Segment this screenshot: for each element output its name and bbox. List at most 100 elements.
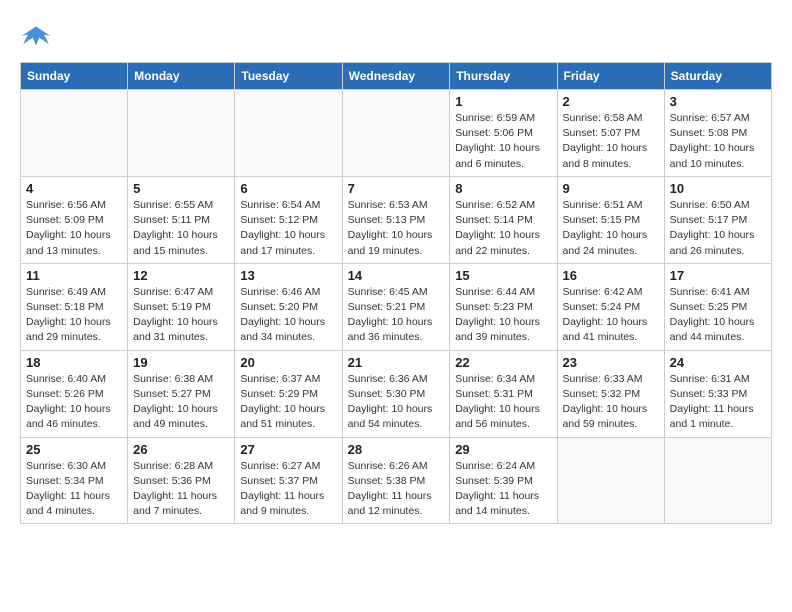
calendar-cell: 27 Sunrise: 6:27 AMSunset: 5:37 PMDayligh… [235, 437, 342, 524]
day-number: 4 [26, 181, 122, 196]
day-info: Sunrise: 6:54 AMSunset: 5:12 PMDaylight:… [240, 198, 336, 259]
logo-icon [20, 20, 52, 52]
calendar-cell: 10 Sunrise: 6:50 AMSunset: 5:17 PMDayligh… [664, 176, 771, 263]
day-info: Sunrise: 6:37 AMSunset: 5:29 PMDaylight:… [240, 372, 336, 433]
day-number: 16 [563, 268, 659, 283]
day-info: Sunrise: 6:36 AMSunset: 5:30 PMDaylight:… [348, 372, 445, 433]
calendar-week-row: 11 Sunrise: 6:49 AMSunset: 5:18 PMDayligh… [21, 263, 772, 350]
day-number: 26 [133, 442, 229, 457]
calendar-cell: 21 Sunrise: 6:36 AMSunset: 5:30 PMDayligh… [342, 350, 450, 437]
day-info: Sunrise: 6:28 AMSunset: 5:36 PMDaylight:… [133, 459, 229, 520]
day-info: Sunrise: 6:55 AMSunset: 5:11 PMDaylight:… [133, 198, 229, 259]
day-info: Sunrise: 6:30 AMSunset: 5:34 PMDaylight:… [26, 459, 122, 520]
day-info: Sunrise: 6:53 AMSunset: 5:13 PMDaylight:… [348, 198, 445, 259]
calendar-weekday-header: Wednesday [342, 63, 450, 90]
day-number: 28 [348, 442, 445, 457]
calendar-cell: 1Sunrise: 6:59 AMSunset: 5:06 PMDaylight… [450, 90, 557, 177]
day-number: 10 [670, 181, 766, 196]
day-number: 6 [240, 181, 336, 196]
calendar-cell [235, 90, 342, 177]
day-number: 12 [133, 268, 229, 283]
calendar-cell: 5 Sunrise: 6:55 AMSunset: 5:11 PMDaylight… [128, 176, 235, 263]
calendar-cell: 8 Sunrise: 6:52 AMSunset: 5:14 PMDaylight… [450, 176, 557, 263]
calendar-cell: 23Sunrise: 6:33 AMSunset: 5:32 PMDayligh… [557, 350, 664, 437]
calendar-cell: 14 Sunrise: 6:45 AMSunset: 5:21 PMDayligh… [342, 263, 450, 350]
day-info: Sunrise: 6:40 AMSunset: 5:26 PMDaylight:… [26, 372, 122, 433]
calendar-cell: 4 Sunrise: 6:56 AMSunset: 5:09 PMDaylight… [21, 176, 128, 263]
calendar-cell: 3 Sunrise: 6:57 AMSunset: 5:08 PMDaylight… [664, 90, 771, 177]
day-number: 22 [455, 355, 551, 370]
calendar-header-row: SundayMondayTuesdayWednesdayThursdayFrid… [21, 63, 772, 90]
day-number: 14 [348, 268, 445, 283]
day-number: 11 [26, 268, 122, 283]
calendar-body: 1Sunrise: 6:59 AMSunset: 5:06 PMDaylight… [21, 90, 772, 524]
calendar-weekday-header: Monday [128, 63, 235, 90]
calendar-weekday-header: Sunday [21, 63, 128, 90]
calendar-cell: 28 Sunrise: 6:26 AMSunset: 5:38 PMDayligh… [342, 437, 450, 524]
calendar-weekday-header: Friday [557, 63, 664, 90]
calendar-weekday-header: Thursday [450, 63, 557, 90]
calendar-week-row: 1Sunrise: 6:59 AMSunset: 5:06 PMDaylight… [21, 90, 772, 177]
calendar-table: SundayMondayTuesdayWednesdayThursdayFrid… [20, 62, 772, 524]
calendar-cell: 19 Sunrise: 6:38 AMSunset: 5:27 PMDayligh… [128, 350, 235, 437]
day-number: 23 [563, 355, 659, 370]
day-number: 15 [455, 268, 551, 283]
calendar-cell: 2 Sunrise: 6:58 AMSunset: 5:07 PMDaylight… [557, 90, 664, 177]
calendar-cell: 16Sunrise: 6:42 AMSunset: 5:24 PMDayligh… [557, 263, 664, 350]
calendar-cell: 25 Sunrise: 6:30 AMSunset: 5:34 PMDayligh… [21, 437, 128, 524]
calendar-cell [664, 437, 771, 524]
day-info: Sunrise: 6:38 AMSunset: 5:27 PMDaylight:… [133, 372, 229, 433]
calendar-week-row: 25 Sunrise: 6:30 AMSunset: 5:34 PMDayligh… [21, 437, 772, 524]
calendar-cell: 22 Sunrise: 6:34 AMSunset: 5:31 PMDayligh… [450, 350, 557, 437]
calendar-cell [557, 437, 664, 524]
calendar-cell: 20 Sunrise: 6:37 AMSunset: 5:29 PMDayligh… [235, 350, 342, 437]
day-number: 21 [348, 355, 445, 370]
calendar-weekday-header: Tuesday [235, 63, 342, 90]
day-info: Sunrise: 6:52 AMSunset: 5:14 PMDaylight:… [455, 198, 551, 259]
day-number: 29 [455, 442, 551, 457]
day-number: 20 [240, 355, 336, 370]
day-info: Sunrise: 6:31 AMSunset: 5:33 PMDaylight:… [670, 372, 766, 433]
calendar-cell: 26 Sunrise: 6:28 AMSunset: 5:36 PMDayligh… [128, 437, 235, 524]
day-info: Sunrise: 6:50 AMSunset: 5:17 PMDaylight:… [670, 198, 766, 259]
calendar-cell: 24 Sunrise: 6:31 AMSunset: 5:33 PMDayligh… [664, 350, 771, 437]
day-info: Sunrise: 6:51 AMSunset: 5:15 PMDaylight:… [563, 198, 659, 259]
day-number: 3 [670, 94, 766, 109]
calendar-cell: 12Sunrise: 6:47 AMSunset: 5:19 PMDayligh… [128, 263, 235, 350]
calendar-cell: 9Sunrise: 6:51 AMSunset: 5:15 PMDaylight… [557, 176, 664, 263]
day-number: 19 [133, 355, 229, 370]
day-info: Sunrise: 6:41 AMSunset: 5:25 PMDaylight:… [670, 285, 766, 346]
day-info: Sunrise: 6:44 AMSunset: 5:23 PMDaylight:… [455, 285, 551, 346]
day-info: Sunrise: 6:34 AMSunset: 5:31 PMDaylight:… [455, 372, 551, 433]
day-number: 7 [348, 181, 445, 196]
calendar-cell: 17 Sunrise: 6:41 AMSunset: 5:25 PMDayligh… [664, 263, 771, 350]
calendar-week-row: 18 Sunrise: 6:40 AMSunset: 5:26 PMDayligh… [21, 350, 772, 437]
day-info: Sunrise: 6:27 AMSunset: 5:37 PMDaylight:… [240, 459, 336, 520]
day-info: Sunrise: 6:45 AMSunset: 5:21 PMDaylight:… [348, 285, 445, 346]
calendar-cell [128, 90, 235, 177]
day-number: 27 [240, 442, 336, 457]
calendar-cell: 29 Sunrise: 6:24 AMSunset: 5:39 PMDayligh… [450, 437, 557, 524]
calendar-week-row: 4 Sunrise: 6:56 AMSunset: 5:09 PMDaylight… [21, 176, 772, 263]
calendar-cell: 15 Sunrise: 6:44 AMSunset: 5:23 PMDayligh… [450, 263, 557, 350]
calendar-weekday-header: Saturday [664, 63, 771, 90]
day-number: 13 [240, 268, 336, 283]
day-number: 5 [133, 181, 229, 196]
logo [20, 20, 56, 52]
day-info: Sunrise: 6:57 AMSunset: 5:08 PMDaylight:… [670, 111, 766, 172]
day-info: Sunrise: 6:46 AMSunset: 5:20 PMDaylight:… [240, 285, 336, 346]
day-info: Sunrise: 6:26 AMSunset: 5:38 PMDaylight:… [348, 459, 445, 520]
day-number: 24 [670, 355, 766, 370]
calendar-cell [21, 90, 128, 177]
day-info: Sunrise: 6:49 AMSunset: 5:18 PMDaylight:… [26, 285, 122, 346]
day-info: Sunrise: 6:56 AMSunset: 5:09 PMDaylight:… [26, 198, 122, 259]
calendar-cell: 11 Sunrise: 6:49 AMSunset: 5:18 PMDayligh… [21, 263, 128, 350]
calendar-cell: 18 Sunrise: 6:40 AMSunset: 5:26 PMDayligh… [21, 350, 128, 437]
day-info: Sunrise: 6:24 AMSunset: 5:39 PMDaylight:… [455, 459, 551, 520]
day-info: Sunrise: 6:58 AMSunset: 5:07 PMDaylight:… [563, 111, 659, 172]
day-number: 17 [670, 268, 766, 283]
day-number: 8 [455, 181, 551, 196]
day-number: 25 [26, 442, 122, 457]
day-number: 2 [563, 94, 659, 109]
day-number: 18 [26, 355, 122, 370]
